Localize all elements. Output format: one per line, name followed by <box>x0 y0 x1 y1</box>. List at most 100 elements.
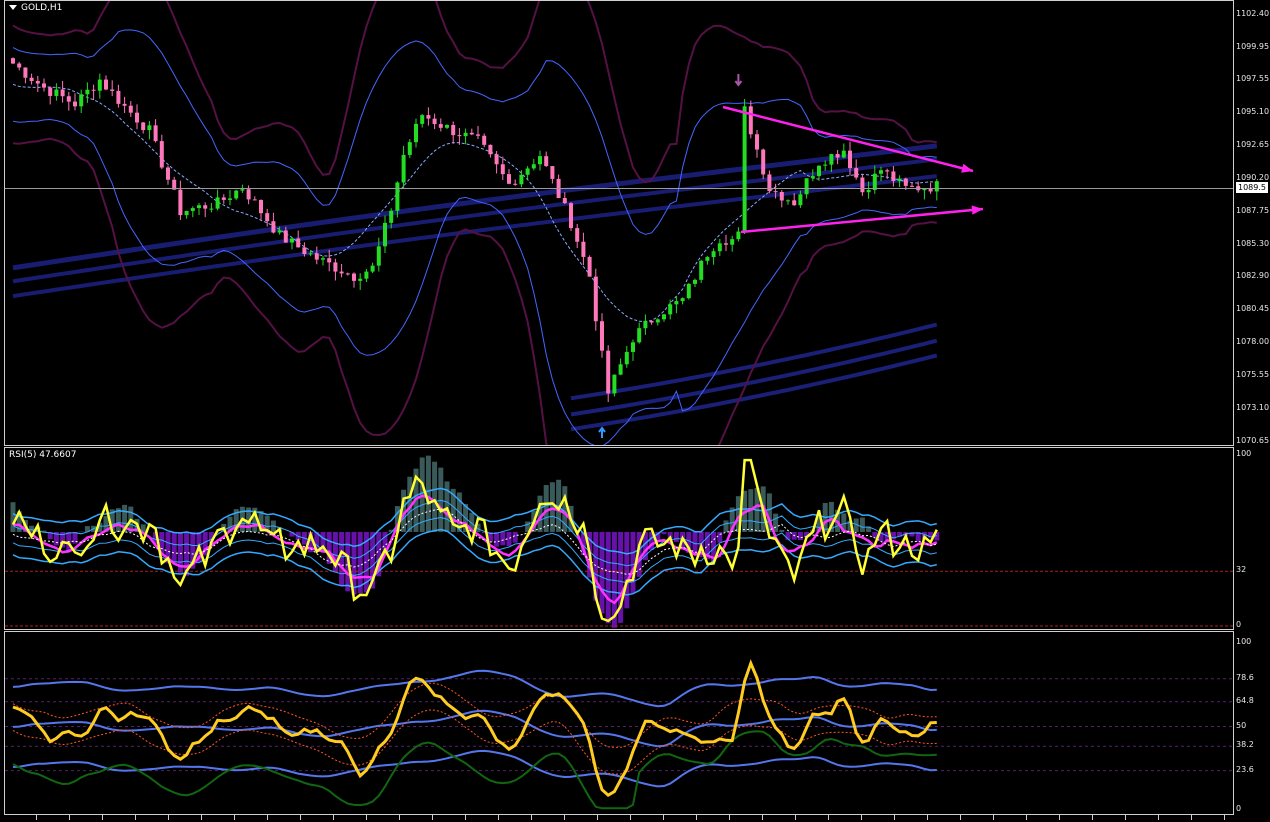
candle-body <box>296 238 301 248</box>
price-chart-pane[interactable]: GOLD,H1 <box>4 0 1234 446</box>
chart-menu-icon[interactable] <box>9 5 17 10</box>
candle-body <box>463 132 468 137</box>
candle-body <box>786 200 790 202</box>
rsi-histogram-bar <box>630 531 636 594</box>
candle-body <box>141 122 146 131</box>
candle-body <box>23 67 28 78</box>
rsi-histogram-bar <box>599 531 605 614</box>
time-tick <box>828 815 829 820</box>
rsi-tick-label: 32 <box>1236 565 1247 575</box>
candle-body <box>680 298 685 302</box>
candle-body <box>897 178 902 182</box>
oscillator-pane[interactable] <box>4 631 1234 815</box>
rsi-histogram-bar <box>717 531 723 543</box>
rsi-histogram-bar <box>723 520 729 532</box>
candle-body <box>426 115 431 119</box>
candle-body <box>854 168 859 178</box>
candle-body <box>35 81 40 84</box>
time-tick <box>300 815 301 820</box>
price-tick-label: 1099.95 <box>1236 41 1270 51</box>
rsi-histogram-bar <box>661 531 667 535</box>
candle-body <box>519 174 524 185</box>
time-tick <box>531 815 532 820</box>
rsi-indicator-pane[interactable]: RSI(5) 47.6607 <box>4 447 1234 630</box>
symbol-title[interactable]: GOLD,H1 <box>9 3 62 13</box>
candle-body <box>401 154 406 183</box>
arrow-down-icon <box>734 74 743 87</box>
candle-body <box>420 115 425 124</box>
price-axis[interactable]: 1102.40 1099.95 1097.55 1095.10 1092.65 1090.… <box>1234 0 1270 446</box>
candle-body <box>823 164 828 166</box>
candle-body <box>872 173 877 190</box>
price-tick-label: 1097.55 <box>1236 74 1270 84</box>
candle-body <box>469 132 474 135</box>
candle-body <box>259 199 263 214</box>
price-tick-label: 1075.55 <box>1236 370 1270 380</box>
rsi-signal-line <box>12 494 938 605</box>
rsi-histogram-bar <box>872 531 878 538</box>
candle-body <box>674 301 679 305</box>
candle-body <box>879 170 883 174</box>
arrow-up-icon <box>598 426 606 438</box>
candle-body <box>686 283 691 299</box>
time-tick <box>102 815 103 820</box>
oscillator-axis: 100 78.6 64.8 50 38.2 23.6 0 <box>1234 631 1270 815</box>
ma-band-1 <box>12 143 938 271</box>
rsi-histogram-bar <box>797 531 803 541</box>
candle-body <box>624 351 629 365</box>
candle-body <box>476 134 480 136</box>
rsi-chart-canvas[interactable] <box>5 448 1234 630</box>
time-tick <box>135 815 136 820</box>
candle-body <box>135 112 139 123</box>
candle-body <box>178 189 183 216</box>
candle-body <box>153 125 158 142</box>
current-price-badge: 1089.5 <box>1236 182 1268 194</box>
candle-body <box>54 89 59 96</box>
candle-body <box>445 125 449 128</box>
price-chart-canvas[interactable] <box>5 1 1234 446</box>
time-tick <box>663 815 664 820</box>
candle-body <box>42 83 46 88</box>
time-tick <box>1092 815 1093 820</box>
candle-body <box>829 154 834 165</box>
price-tick-label: 1085.30 <box>1236 238 1270 248</box>
oscillator-tick-label: 100 <box>1236 637 1252 646</box>
rsi-histogram-bar <box>673 531 679 542</box>
candle-body <box>203 205 208 209</box>
candle-body <box>91 89 96 91</box>
candle-body <box>736 231 741 240</box>
candle-body <box>389 210 394 223</box>
time-tick <box>36 815 37 820</box>
candle-body <box>804 178 809 195</box>
candle-body <box>792 200 797 206</box>
rsi-histogram-bar <box>171 531 177 565</box>
candle-body <box>860 177 865 193</box>
candle-body <box>717 243 722 252</box>
candle-body <box>581 241 586 257</box>
oscillator-band-lower <box>12 749 937 788</box>
candle-body <box>866 189 871 193</box>
candle-body <box>283 230 288 243</box>
price-tick-label: 1078.00 <box>1236 337 1270 347</box>
rsi-histogram-bar <box>512 531 518 543</box>
time-tick <box>795 815 796 820</box>
candle-body <box>66 96 71 102</box>
time-tick <box>564 815 565 820</box>
candle-body <box>308 253 313 255</box>
candle-body <box>910 185 914 187</box>
candle-body <box>383 222 387 247</box>
candle-body <box>928 188 933 192</box>
candle-body <box>587 256 592 277</box>
candle-body <box>593 276 598 322</box>
candle-body <box>798 194 803 206</box>
time-axis[interactable] <box>0 815 1270 822</box>
time-tick <box>762 815 763 820</box>
oscillator-chart-canvas[interactable] <box>5 632 1234 815</box>
rsi-histogram-bar <box>500 531 506 546</box>
candle-body <box>252 199 257 201</box>
candle-body <box>457 135 462 137</box>
time-tick <box>630 815 631 820</box>
time-tick <box>1191 815 1192 820</box>
oscillator-tick-label: 50 <box>1236 720 1247 730</box>
time-tick <box>1026 815 1027 820</box>
